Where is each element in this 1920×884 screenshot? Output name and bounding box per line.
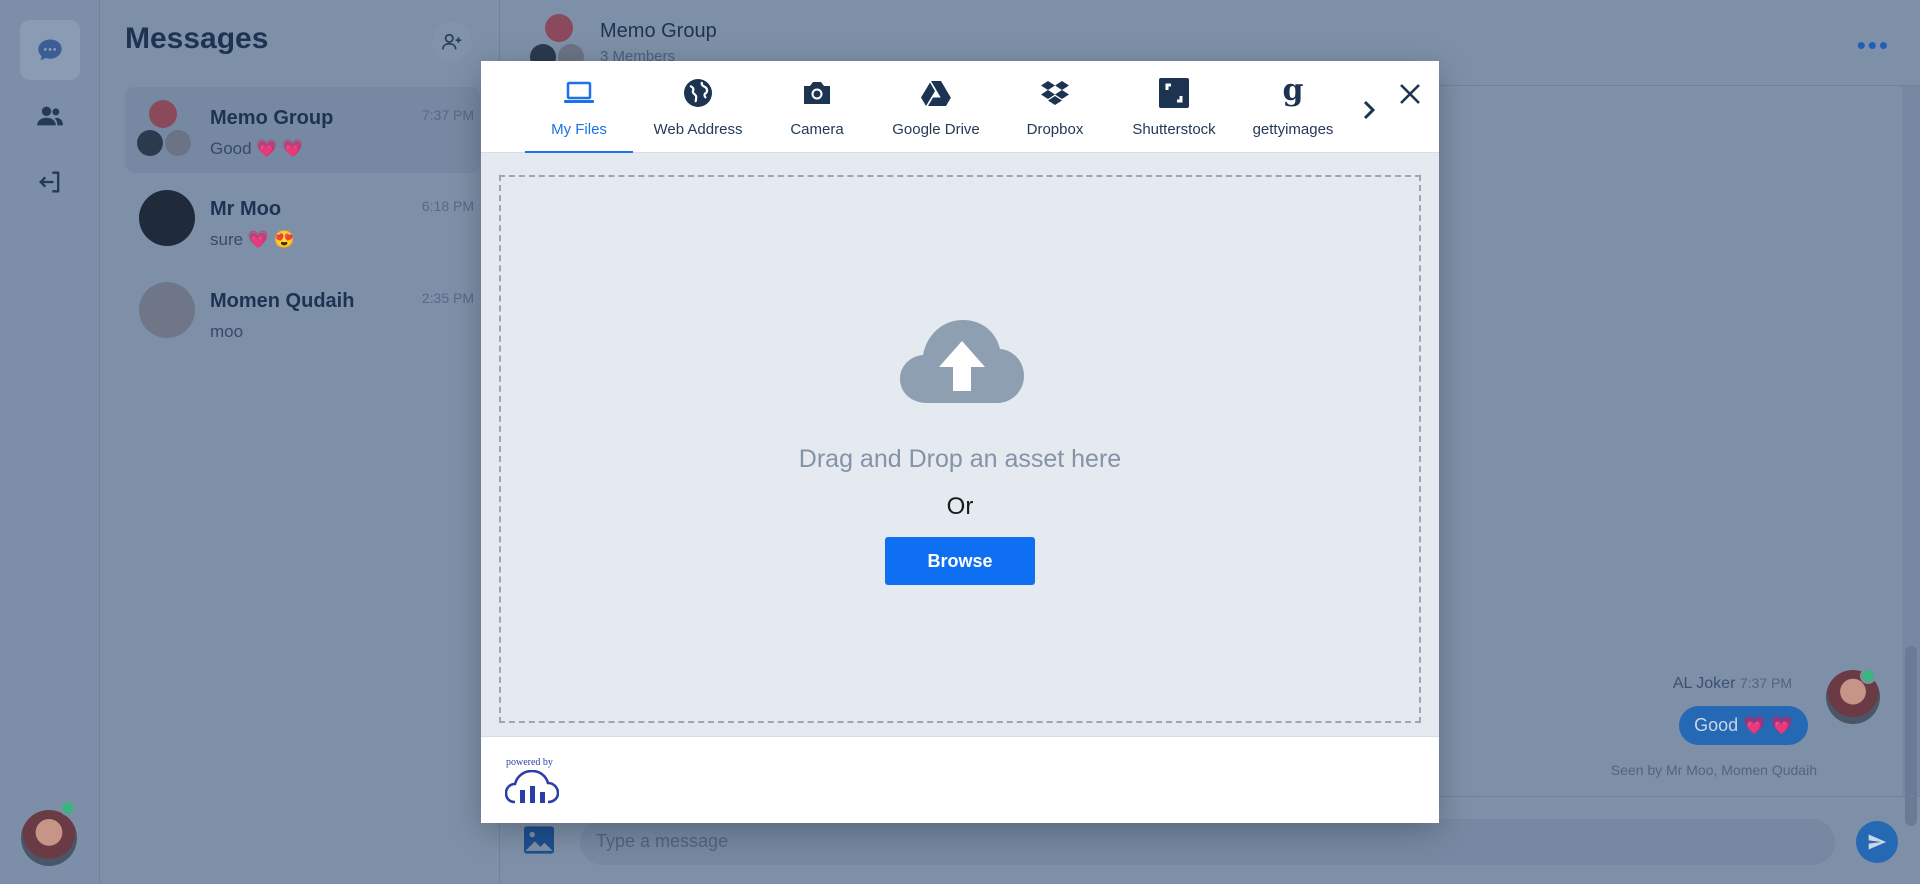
conversation-list-panel: Messages Memo Group 7:37 PM Good 💗 💗 Mr … <box>100 0 500 884</box>
conversation-time: 7:37 PM <box>421 107 474 123</box>
cloud-upload-icon <box>900 320 1024 403</box>
group-avatar <box>545 14 573 42</box>
chevron-right-icon <box>1363 100 1376 120</box>
gettyimages-icon: g <box>1283 76 1304 108</box>
camera-icon <box>804 82 830 104</box>
online-status-dot <box>60 800 76 816</box>
tab-gettyimages[interactable]: g gettyimages <box>1239 61 1347 153</box>
add-group-button[interactable] <box>432 22 472 62</box>
group-avatar <box>137 130 163 156</box>
conversation-item[interactable]: Momen Qudaih 2:35 PM moo <box>125 270 480 356</box>
seen-by-text: Seen by Mr Moo, Momen Qudaih <box>1610 762 1817 778</box>
tab-label: Camera <box>790 121 844 138</box>
group-avatar <box>149 100 177 128</box>
or-separator: Or <box>946 493 974 520</box>
chat-bubble-icon <box>38 39 62 61</box>
tab-dropbox[interactable]: Dropbox <box>1001 61 1109 153</box>
drop-instruction: Drag and Drop an asset here <box>798 445 1122 473</box>
message-time: 7:37 PM <box>1739 675 1792 691</box>
cloudinary-logo-icon <box>505 770 559 804</box>
group-avatar <box>165 130 191 156</box>
tab-label: Shutterstock <box>1132 121 1216 138</box>
conversation-time: 6:18 PM <box>421 198 474 214</box>
message-input[interactable]: Type a message <box>580 819 1835 865</box>
page-title: Messages <box>125 22 269 55</box>
close-button[interactable] <box>1393 77 1427 111</box>
upload-modal: My Files Web Address Camera Google Drive… <box>481 61 1439 823</box>
conversation-item[interactable]: Memo Group 7:37 PM Good 💗 💗 <box>125 87 480 173</box>
logout-nav-button[interactable] <box>20 152 80 212</box>
shutterstock-icon <box>1159 78 1189 108</box>
online-status-dot <box>1860 668 1876 684</box>
image-icon <box>524 826 554 854</box>
next-tabs-button[interactable] <box>1357 95 1381 125</box>
drop-zone[interactable]: Drag and Drop an asset here Or Browse <box>499 175 1421 723</box>
message-bubble: Good 💗 💗 <box>1679 706 1808 745</box>
modal-footer: powered by <box>481 736 1439 823</box>
send-button[interactable] <box>1856 821 1898 863</box>
upload-body: Drag and Drop an asset here Or Browse <box>481 153 1439 736</box>
conversation-preview: moo <box>210 322 244 341</box>
dropbox-icon <box>1041 81 1069 105</box>
add-user-icon <box>442 33 462 50</box>
logout-icon <box>39 171 60 193</box>
conversation-name: Momen Qudaih <box>210 290 355 312</box>
more-options-icon[interactable]: ••• <box>1857 30 1890 61</box>
attach-image-button[interactable] <box>522 825 556 860</box>
chats-nav-button[interactable] <box>20 20 80 80</box>
tab-web-address[interactable]: Web Address <box>644 61 752 153</box>
browse-button[interactable]: Browse <box>885 537 1035 585</box>
contact-avatar <box>139 190 195 246</box>
send-icon <box>1868 834 1887 850</box>
users-icon <box>37 106 63 126</box>
google-drive-icon <box>921 81 951 106</box>
tab-camera[interactable]: Camera <box>763 61 871 153</box>
chat-scrollbar[interactable] <box>1902 86 1920 826</box>
nav-rail <box>0 0 100 884</box>
source-tabs: My Files Web Address Camera Google Drive… <box>481 61 1439 154</box>
conversation-name: Mr Moo <box>210 198 282 220</box>
globe-icon <box>684 79 712 107</box>
contacts-nav-button[interactable] <box>20 86 80 146</box>
tab-my-files[interactable]: My Files <box>525 61 633 154</box>
tab-shutterstock[interactable]: Shutterstock <box>1120 61 1228 153</box>
message-meta: AL Joker 7:37 PM <box>1673 675 1792 693</box>
current-user-avatar[interactable] <box>21 810 77 866</box>
tab-label: Web Address <box>653 121 743 138</box>
message-sender: AL Joker <box>1672 675 1736 692</box>
conversation-preview: sure 💗 😍 <box>210 230 295 249</box>
conversation-preview: Good 💗 💗 <box>210 139 304 158</box>
conversation-name: Memo Group <box>210 107 334 129</box>
tab-google-drive[interactable]: Google Drive <box>882 61 990 153</box>
tab-label: gettyimages <box>1252 121 1334 138</box>
conversation-item[interactable]: Mr Moo 6:18 PM sure 💗 😍 <box>125 178 480 264</box>
powered-by-text: powered by <box>506 757 553 768</box>
svg-text:g: g <box>1283 76 1304 108</box>
tab-label: My Files <box>551 121 607 138</box>
contact-avatar <box>139 282 195 338</box>
close-icon <box>1400 84 1420 104</box>
conversation-time: 2:35 PM <box>421 290 474 306</box>
tab-label: Dropbox <box>1026 121 1084 138</box>
chat-title: Memo Group <box>600 20 717 42</box>
tab-label: Google Drive <box>892 121 980 138</box>
laptop-icon <box>564 81 594 103</box>
